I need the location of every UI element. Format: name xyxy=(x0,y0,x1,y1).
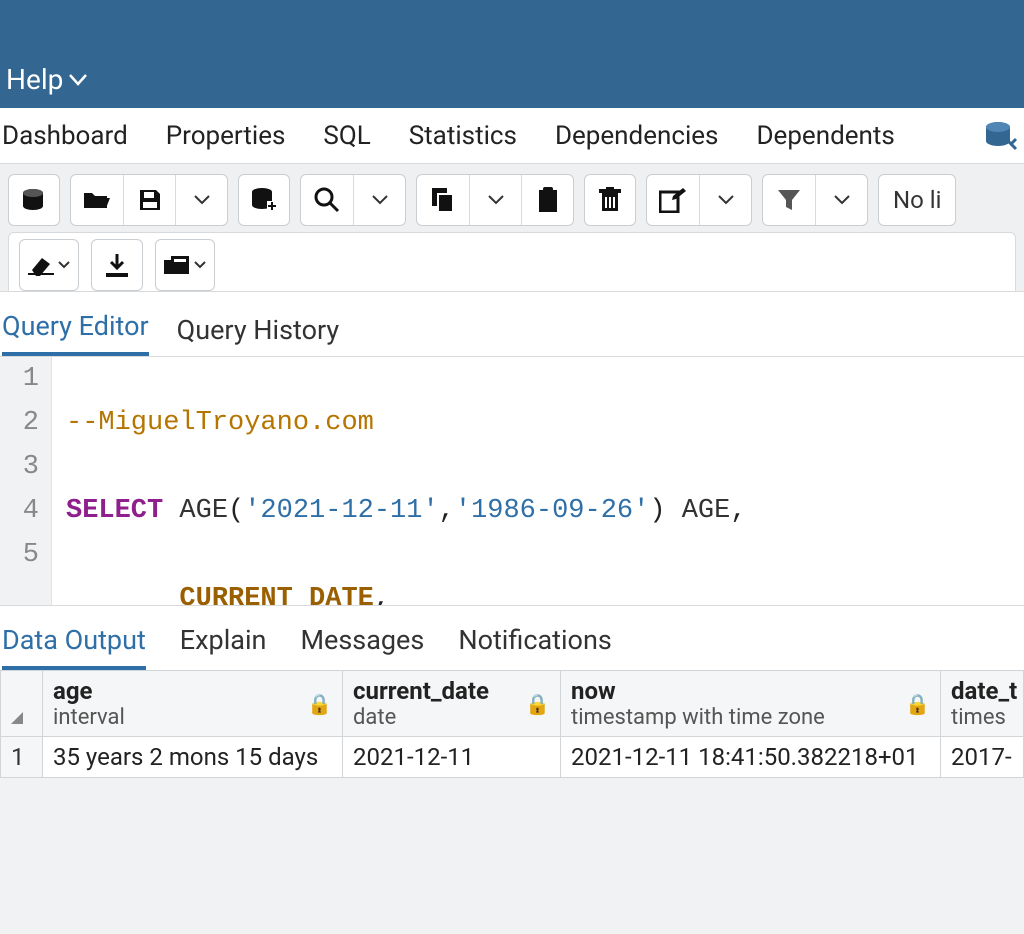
editor-gutter: 1 2 3 4 5 xyxy=(0,357,52,605)
main-tabs: Dashboard Properties SQL Statistics Depe… xyxy=(0,108,1024,164)
database-plus-icon xyxy=(250,187,278,213)
tab-messages[interactable]: Messages xyxy=(300,624,424,670)
lock-icon: 🔒 xyxy=(905,692,930,716)
help-menu[interactable]: Help xyxy=(6,63,87,96)
open-file-group xyxy=(70,174,228,226)
lock-icon: 🔒 xyxy=(307,692,332,716)
clear-button[interactable] xyxy=(19,239,79,291)
scratchpad-icon xyxy=(164,254,190,276)
save-icon xyxy=(138,188,162,212)
select-all-corner[interactable] xyxy=(1,671,43,737)
tab-explain[interactable]: Explain xyxy=(180,624,267,670)
result-grid[interactable]: age interval 🔒 current_date date 🔒 xyxy=(0,670,1024,778)
copy-button[interactable] xyxy=(417,175,469,225)
tab-query-history[interactable]: Query History xyxy=(177,314,340,356)
chevron-down-icon xyxy=(194,195,210,205)
row-limit-select[interactable]: No li xyxy=(878,174,956,226)
row-number[interactable]: 1 xyxy=(1,737,43,778)
edit-button[interactable] xyxy=(647,175,699,225)
chevron-down-icon xyxy=(834,195,850,205)
copy-dropdown[interactable] xyxy=(469,175,521,225)
filter-icon xyxy=(777,188,801,212)
save-file-dropdown[interactable] xyxy=(175,175,227,225)
output-tabs: Data Output Explain Messages Notificatio… xyxy=(0,606,1024,670)
copy-group xyxy=(416,174,574,226)
eraser-icon xyxy=(28,254,54,276)
query-tool-icon[interactable] xyxy=(984,121,1024,151)
download-button[interactable] xyxy=(91,239,143,291)
delete-button[interactable] xyxy=(584,174,636,226)
macros-button[interactable] xyxy=(155,239,215,291)
edit-icon xyxy=(659,187,687,213)
column-header-age[interactable]: age interval 🔒 xyxy=(43,671,343,737)
copy-icon xyxy=(431,187,455,213)
help-menu-label: Help xyxy=(6,63,63,96)
tab-notifications[interactable]: Notifications xyxy=(458,624,611,670)
corner-handle-icon xyxy=(11,712,23,724)
lock-icon: 🔒 xyxy=(525,692,550,716)
tab-dependents[interactable]: Dependents xyxy=(756,121,894,151)
edit-group xyxy=(646,174,752,226)
folder-open-icon xyxy=(83,189,111,211)
cell-age[interactable]: 35 years 2 mons 15 days xyxy=(43,737,343,778)
sql-editor[interactable]: 1 2 3 4 5 --MiguelTroyano.com SELECT AGE… xyxy=(0,357,1024,605)
save-data-button[interactable] xyxy=(238,174,290,226)
chevron-down-icon xyxy=(194,261,206,269)
paste-icon xyxy=(537,187,559,213)
database-icon xyxy=(21,188,47,212)
filter-button[interactable] xyxy=(763,175,815,225)
column-header-now[interactable]: now timestamp with time zone 🔒 xyxy=(561,671,941,737)
tab-dashboard[interactable]: Dashboard xyxy=(2,121,128,151)
find-dropdown[interactable] xyxy=(353,175,405,225)
cell-current-date[interactable]: 2021-12-11 xyxy=(343,737,561,778)
save-file-button[interactable] xyxy=(123,175,175,225)
edit-dropdown[interactable] xyxy=(699,175,751,225)
paste-button[interactable] xyxy=(521,175,573,225)
tab-data-output[interactable]: Data Output xyxy=(2,624,146,670)
filter-group xyxy=(762,174,868,226)
open-file-button[interactable] xyxy=(71,175,123,225)
find-button[interactable] xyxy=(301,175,353,225)
search-icon xyxy=(314,187,340,213)
row-limit-label: No li xyxy=(893,186,941,214)
tab-properties[interactable]: Properties xyxy=(166,121,286,151)
tab-sql[interactable]: SQL xyxy=(323,121,370,151)
chevron-down-icon xyxy=(372,195,388,205)
toolbar-row-2 xyxy=(8,232,1016,291)
connection-button[interactable] xyxy=(8,174,60,226)
column-header-date-trunc[interactable]: date_t times xyxy=(941,671,1024,737)
tab-dependencies[interactable]: Dependencies xyxy=(555,121,719,151)
editor-content: --MiguelTroyano.com SELECT AGE('2021-12-… xyxy=(52,357,973,605)
tab-query-editor[interactable]: Query Editor xyxy=(2,310,149,356)
table-row[interactable]: 1 35 years 2 mons 15 days 2021-12-11 202… xyxy=(1,737,1024,778)
download-icon xyxy=(105,253,129,277)
chevron-down-icon xyxy=(58,261,70,269)
tab-statistics[interactable]: Statistics xyxy=(409,121,517,151)
chevron-down-icon xyxy=(69,74,87,86)
editor-tabs: Query Editor Query History xyxy=(0,291,1024,356)
cell-date-trunc[interactable]: 2017- xyxy=(941,737,1024,778)
filter-dropdown[interactable] xyxy=(815,175,867,225)
chevron-down-icon xyxy=(718,195,734,205)
trash-icon xyxy=(599,187,621,213)
find-group xyxy=(300,174,406,226)
chevron-down-icon xyxy=(488,195,504,205)
column-header-current-date[interactable]: current_date date 🔒 xyxy=(343,671,561,737)
cell-now[interactable]: 2021-12-11 18:41:50.382218+01 xyxy=(561,737,941,778)
